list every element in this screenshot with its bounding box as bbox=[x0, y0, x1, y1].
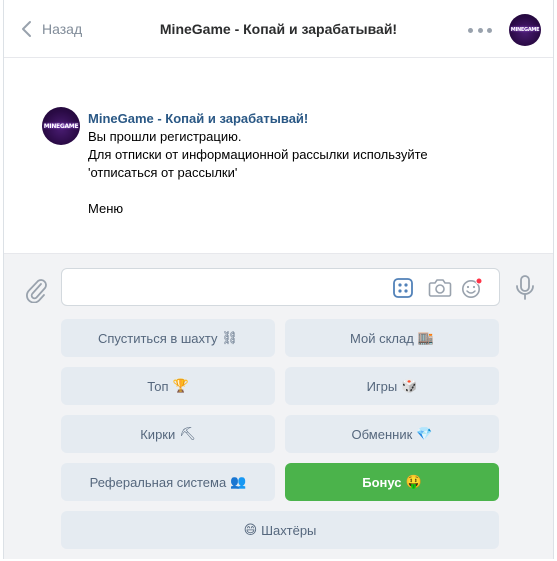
grin-icon: 😄 bbox=[243, 522, 258, 538]
button-label: Реферальная система bbox=[89, 474, 227, 490]
composer: Спуститься в шахту ⛓ Мой склад 🏬 Топ 🏆 Игры… bbox=[4, 253, 553, 559]
button-label: Кирки bbox=[140, 426, 176, 442]
money-face-icon: 🤑 bbox=[405, 474, 422, 490]
message-avatar-logo: MINEGAME bbox=[43, 122, 79, 130]
my-warehouse-button[interactable]: Мой склад 🏬 bbox=[285, 319, 499, 357]
bonus-button[interactable]: Бонус 🤑 bbox=[285, 463, 499, 501]
button-label: Топ bbox=[147, 378, 169, 394]
button-label: Обменник bbox=[351, 426, 413, 442]
top-button[interactable]: Топ 🏆 bbox=[61, 367, 275, 405]
message-line: 'отписаться от рассылки' bbox=[88, 165, 238, 180]
button-label: Бонус bbox=[362, 474, 402, 490]
chat-window: Назад MineGame - Копай и зарабатывай! MI… bbox=[3, 0, 554, 559]
message: MineGame - Копай и зарабатывай! Вы прошл… bbox=[88, 110, 528, 218]
avatar[interactable]: MINEGAME bbox=[509, 14, 541, 46]
message-input[interactable] bbox=[72, 277, 382, 297]
message-line: Вы прошли регистрацию. bbox=[88, 129, 242, 144]
more-dots-icon[interactable] bbox=[468, 20, 492, 40]
go-to-mine-button[interactable]: Спуститься в шахту ⛓ bbox=[61, 319, 275, 357]
users-icon: 👥 bbox=[230, 474, 247, 490]
trophy-icon: 🏆 bbox=[172, 378, 189, 394]
button-label: Мой склад bbox=[349, 330, 414, 346]
chain-icon: ⛓ bbox=[221, 330, 239, 346]
store-icon: 🏬 bbox=[417, 330, 434, 346]
message-sender[interactable]: MineGame - Копай и зарабатывай! bbox=[88, 110, 528, 128]
avatar-logo: MINEGAME bbox=[510, 27, 540, 33]
games-button[interactable]: Игры 🎲 bbox=[285, 367, 499, 405]
button-label: Игры bbox=[366, 378, 398, 394]
button-label: Спуститься в шахту bbox=[97, 330, 218, 346]
message-input-box[interactable] bbox=[61, 268, 500, 306]
paperclip-icon[interactable] bbox=[24, 277, 48, 303]
referral-system-button[interactable]: Реферальная система 👥 bbox=[61, 463, 275, 501]
exchanger-button[interactable]: Обменник 💎 bbox=[285, 415, 499, 453]
message-avatar[interactable]: MINEGAME bbox=[42, 107, 80, 145]
smile-icon[interactable] bbox=[460, 278, 484, 298]
diamond-icon: 💎 bbox=[416, 426, 433, 442]
message-line: Для отписки от информационной рассылки и… bbox=[88, 147, 428, 162]
dice-icon: 🎲 bbox=[401, 378, 418, 394]
pickaxe-icon: ⛏ bbox=[179, 426, 196, 442]
chat-header: Назад MineGame - Копай и зарабатывай! MI… bbox=[4, 0, 553, 58]
camera-icon[interactable] bbox=[428, 278, 452, 298]
miners-button[interactable]: 😄 Шахтёры bbox=[61, 511, 499, 549]
microphone-icon[interactable] bbox=[514, 274, 536, 302]
message-menu-line: Меню bbox=[88, 201, 124, 216]
pickaxes-button[interactable]: Кирки ⛏ bbox=[61, 415, 275, 453]
button-label: Шахтёры bbox=[261, 522, 317, 538]
keyboard-grid-icon[interactable] bbox=[392, 278, 414, 298]
